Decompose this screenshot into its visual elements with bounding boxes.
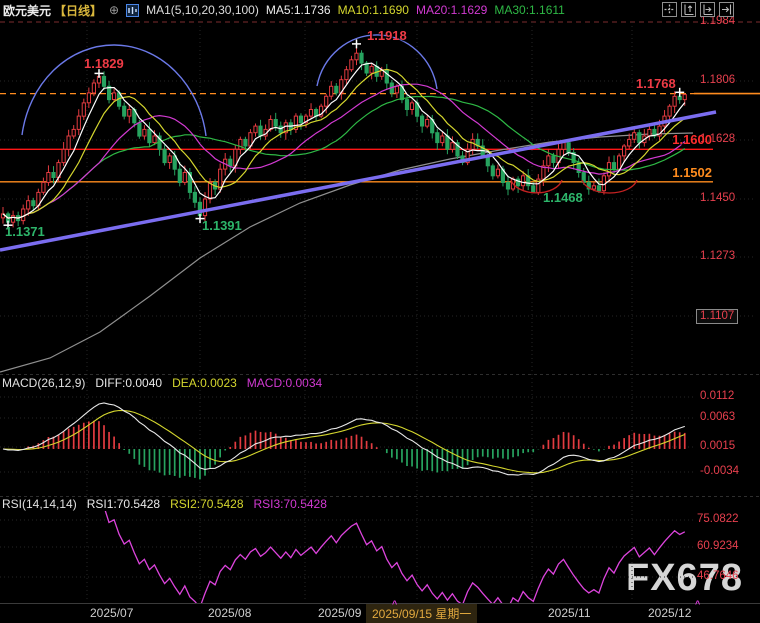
trading-chart-window: 欧元美元 【日线】 ⊕ MA1(5,10,20,30,100) MA5:1.17… (0, 0, 760, 623)
ma-value-label: MA5:1.1736 (266, 3, 331, 17)
pan-tool-icon[interactable] (662, 2, 677, 17)
ma-value-label: MA10:1.1690 (338, 3, 409, 17)
symbol-title: 欧元美元 (3, 2, 51, 19)
chart-type-icon[interactable] (126, 4, 139, 17)
ma-value-label: MA20:1.1629 (416, 3, 487, 17)
go-to-latest-icon[interactable] (719, 2, 734, 17)
period-label[interactable]: 【日线】 (54, 2, 102, 19)
chart-topbar: 欧元美元 【日线】 ⊕ MA1(5,10,20,30,100) MA5:1.17… (0, 0, 760, 20)
add-indicator-icon[interactable]: ⊕ (109, 3, 119, 17)
ma-value-label: MA30:1.1611 (494, 3, 565, 17)
compress-scale-icon[interactable] (681, 2, 696, 17)
ma-values-readout: MA5:1.1736 MA10:1.1690 MA20:1.1629 MA30:1.1… (266, 3, 572, 17)
ma-settings-label[interactable]: MA1(5,10,20,30,100) (146, 3, 259, 17)
chart-toolbar (662, 2, 734, 17)
chart-canvas[interactable] (0, 0, 760, 623)
restore-scale-icon[interactable] (700, 2, 715, 17)
